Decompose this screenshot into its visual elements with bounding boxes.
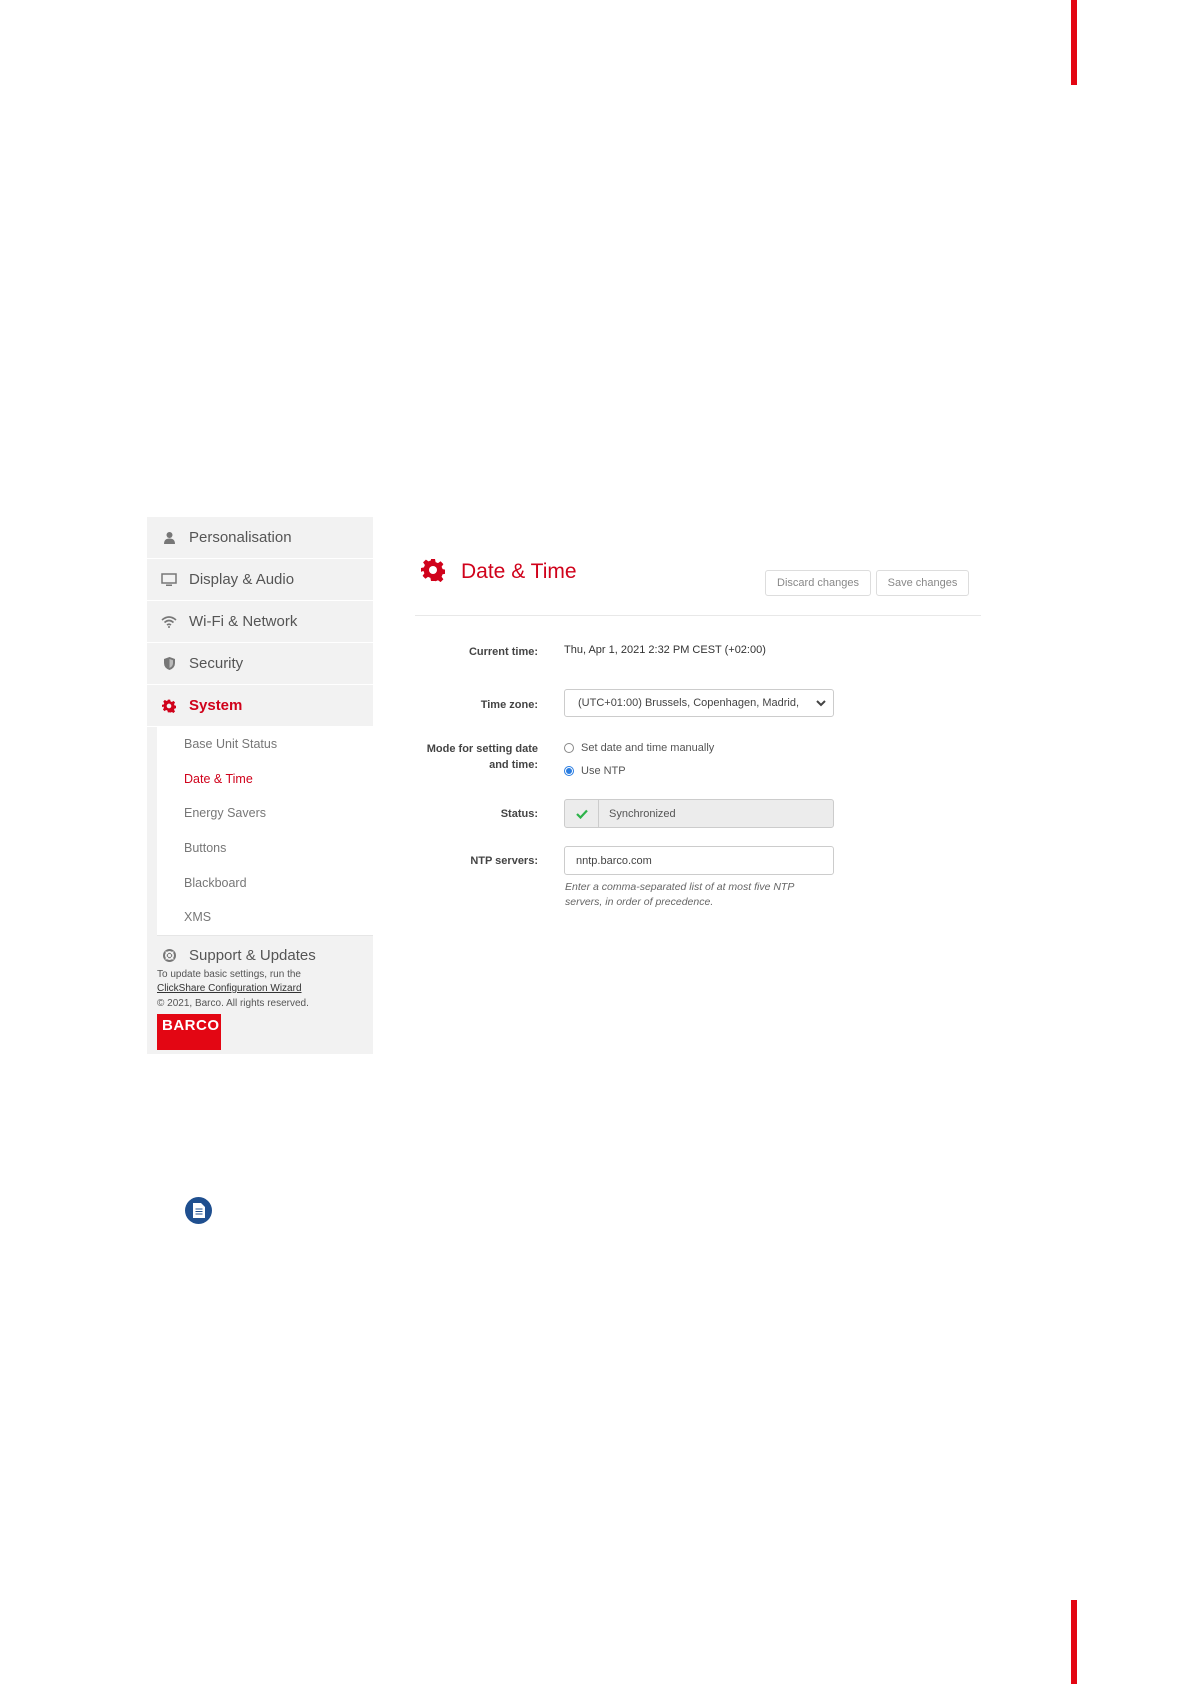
barco-logo: BARCO bbox=[157, 1014, 221, 1051]
subnav-item-xms[interactable]: XMS bbox=[157, 900, 373, 935]
main-panel: Date & Time Discard changes Save changes… bbox=[415, 550, 981, 908]
sidebar-item-wifi-network[interactable]: Wi-Fi & Network bbox=[147, 601, 373, 643]
ntp-hint-line2: servers, in order of precedence. bbox=[565, 896, 714, 908]
current-time-label: Current time: bbox=[468, 646, 538, 658]
radio-manual-label: Set date and time manually bbox=[581, 742, 715, 754]
sidebar-item-display-audio[interactable]: Display & Audio bbox=[147, 559, 373, 601]
user-icon bbox=[159, 528, 179, 548]
page-header: Date & Time Discard changes Save changes bbox=[415, 550, 981, 616]
status-value: Synchronized bbox=[609, 807, 676, 820]
ntp-servers-label: NTP servers: bbox=[470, 855, 538, 867]
copyright-text: © 2021, Barco. All rights reserved. bbox=[157, 997, 309, 1009]
wifi-icon bbox=[159, 612, 179, 632]
sidebar-item-label: Support & Updates bbox=[189, 947, 316, 965]
chevron-down-icon bbox=[815, 697, 827, 712]
ntp-servers-hint: Enter a comma-separated list of at most … bbox=[565, 880, 835, 910]
sidebar-footer: To update basic settings, run the ClickS… bbox=[147, 968, 373, 1012]
sidebar-item-security[interactable]: Security bbox=[147, 643, 373, 685]
system-subnav: Base Unit Status Date & Time Energy Save… bbox=[157, 727, 373, 936]
radio-manual[interactable]: Set date and time manually bbox=[564, 742, 714, 754]
note-icon bbox=[185, 1197, 212, 1224]
support-section: Support & Updates bbox=[147, 936, 373, 968]
discard-changes-button[interactable]: Discard changes bbox=[765, 570, 871, 596]
radio-ntp-label: Use NTP bbox=[581, 765, 626, 777]
sidebar-item-support-updates[interactable]: Support & Updates bbox=[157, 944, 373, 968]
lifebuoy-icon bbox=[159, 946, 179, 966]
timezone-value: (UTC+01:00) Brussels, Copenhagen, Madrid… bbox=[578, 697, 800, 709]
status-field: Synchronized bbox=[564, 799, 834, 828]
timezone-select[interactable]: (UTC+01:00) Brussels, Copenhagen, Madrid… bbox=[564, 689, 834, 717]
radio-button[interactable] bbox=[564, 743, 574, 753]
mode-label-line2: and time: bbox=[489, 759, 538, 771]
footer-update-text: To update basic settings, run the bbox=[157, 968, 301, 980]
sidebar-item-label: Personalisation bbox=[189, 529, 292, 546]
save-changes-button[interactable]: Save changes bbox=[876, 570, 969, 596]
subnav-item-energy-savers[interactable]: Energy Savers bbox=[157, 796, 373, 831]
page-edge-marker-top bbox=[1071, 0, 1077, 85]
configuration-wizard-link[interactable]: ClickShare Configuration Wizard bbox=[157, 982, 373, 997]
timezone-label: Time zone: bbox=[480, 699, 538, 711]
subnav-item-buttons[interactable]: Buttons bbox=[157, 831, 373, 866]
monitor-icon bbox=[159, 570, 179, 590]
radio-button[interactable] bbox=[564, 766, 574, 776]
page-title: Date & Time bbox=[461, 560, 577, 583]
gear-icon bbox=[420, 558, 447, 584]
sidebar-item-label: System bbox=[189, 697, 243, 714]
shield-icon bbox=[159, 654, 179, 674]
subnav-item-date-time[interactable]: Date & Time bbox=[157, 762, 373, 797]
radio-use-ntp[interactable]: Use NTP bbox=[564, 765, 626, 777]
page-edge-marker-bottom bbox=[1071, 1600, 1077, 1684]
gear-icon bbox=[159, 696, 179, 716]
mode-label-line1: Mode for setting date bbox=[426, 743, 538, 755]
sidebar-item-personalisation[interactable]: Personalisation bbox=[147, 517, 373, 559]
ntp-hint-line1: Enter a comma-separated list of at most … bbox=[565, 881, 795, 893]
sidebar-item-system[interactable]: System bbox=[147, 685, 373, 727]
sidebar-item-label: Security bbox=[189, 655, 244, 672]
sidebar: Personalisation Display & Audio Wi-Fi & … bbox=[147, 517, 373, 1054]
sidebar-item-label: Display & Audio bbox=[189, 571, 295, 588]
sidebar-item-label: Wi-Fi & Network bbox=[189, 613, 298, 630]
subnav-item-base-unit-status[interactable]: Base Unit Status bbox=[157, 727, 373, 762]
status-label: Status: bbox=[500, 808, 538, 820]
check-icon bbox=[565, 800, 599, 827]
ntp-servers-input[interactable]: nntp.barco.com bbox=[564, 846, 834, 875]
current-time-value: Thu, Apr 1, 2021 2:32 PM CEST (+02:00) bbox=[564, 644, 766, 656]
mode-label: Mode for setting date and time: bbox=[408, 741, 538, 773]
subnav-item-blackboard[interactable]: Blackboard bbox=[157, 865, 373, 900]
